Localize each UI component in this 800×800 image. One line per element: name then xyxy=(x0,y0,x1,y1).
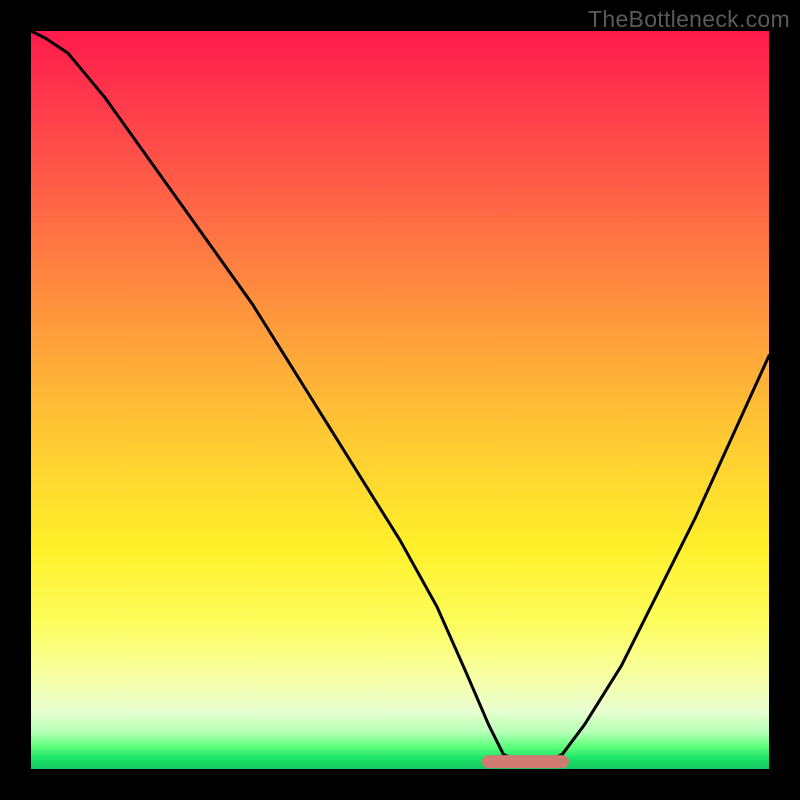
bottleneck-curve xyxy=(31,31,769,762)
watermark-text: TheBottleneck.com xyxy=(588,6,790,33)
chart-layer xyxy=(31,31,769,768)
plot-area xyxy=(31,31,769,769)
chart-svg xyxy=(31,31,769,769)
optimal-range-marker xyxy=(483,756,569,768)
